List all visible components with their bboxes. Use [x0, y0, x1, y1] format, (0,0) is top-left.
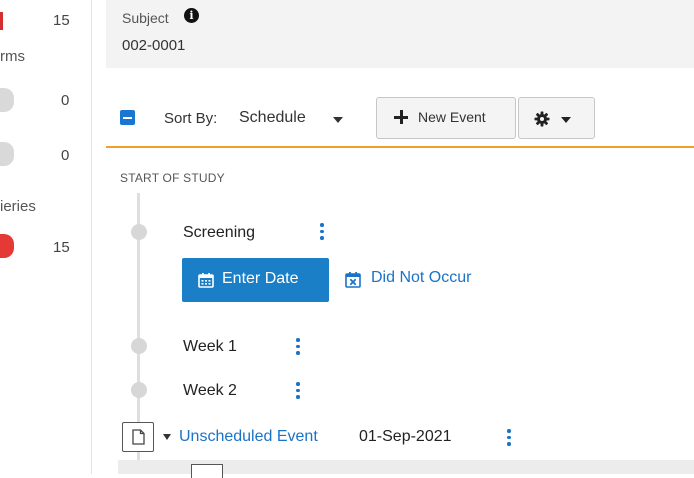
left-summary-panel: 15 rms 0 0 ieries 15 [0, 0, 92, 474]
unscheduled-event-date: 01-Sep-2021 [359, 428, 452, 445]
sort-by-dropdown[interactable]: Schedule [239, 109, 306, 127]
collapse-all-button[interactable] [120, 110, 135, 125]
more-options-icon[interactable] [296, 338, 300, 358]
document-icon [132, 429, 145, 445]
forms-status-pill[interactable] [0, 88, 14, 112]
chevron-down-icon[interactable] [333, 117, 343, 123]
document-icon[interactable] [191, 464, 223, 478]
unscheduled-event-marker[interactable] [122, 422, 154, 452]
forms-status-pill[interactable] [0, 142, 14, 166]
timeline-node [131, 382, 147, 398]
panel-divider [91, 0, 92, 474]
section-divider [106, 146, 694, 148]
event-name-screening[interactable]: Screening [183, 224, 255, 242]
summary-count: 15 [53, 12, 70, 29]
event-name-week-1[interactable]: Week 1 [183, 338, 237, 356]
gear-icon [534, 111, 550, 127]
timeline-node [131, 338, 147, 354]
subject-id: 002-0001 [122, 37, 186, 54]
calendar-times-icon [345, 272, 361, 288]
calendar-icon [198, 273, 214, 288]
plus-icon [394, 110, 408, 124]
queries-status-pill[interactable] [0, 234, 14, 258]
did-not-occur-label: Did Not Occur [371, 269, 472, 286]
sort-by-label: Sort By: [164, 110, 218, 127]
queries-count: 15 [53, 239, 70, 256]
timeline-node [131, 224, 147, 240]
settings-dropdown-button[interactable] [518, 97, 595, 139]
queries-label: ieries [0, 198, 36, 215]
enter-date-button[interactable]: Enter Date [182, 258, 329, 302]
info-icon[interactable]: i [184, 8, 199, 23]
enter-date-label: Enter Date [222, 270, 299, 287]
forms-count: 0 [61, 92, 70, 109]
caret-down-icon[interactable] [163, 434, 171, 440]
subject-header: Subject i 002-0001 [106, 0, 694, 68]
more-options-icon[interactable] [507, 429, 511, 449]
forms-count: 0 [61, 147, 70, 164]
status-indicator-bar [0, 12, 3, 30]
more-options-icon[interactable] [320, 223, 324, 243]
subject-label: Subject [122, 10, 169, 26]
new-event-label: New Event [418, 109, 486, 125]
forms-label: rms [0, 48, 25, 65]
more-options-icon[interactable] [296, 382, 300, 402]
event-name-week-2[interactable]: Week 2 [183, 382, 237, 400]
new-event-button[interactable]: New Event [376, 97, 516, 139]
unscheduled-event-link[interactable]: Unscheduled Event [179, 428, 318, 446]
chevron-down-icon [561, 117, 571, 123]
start-of-study-label: START OF STUDY [120, 171, 225, 185]
